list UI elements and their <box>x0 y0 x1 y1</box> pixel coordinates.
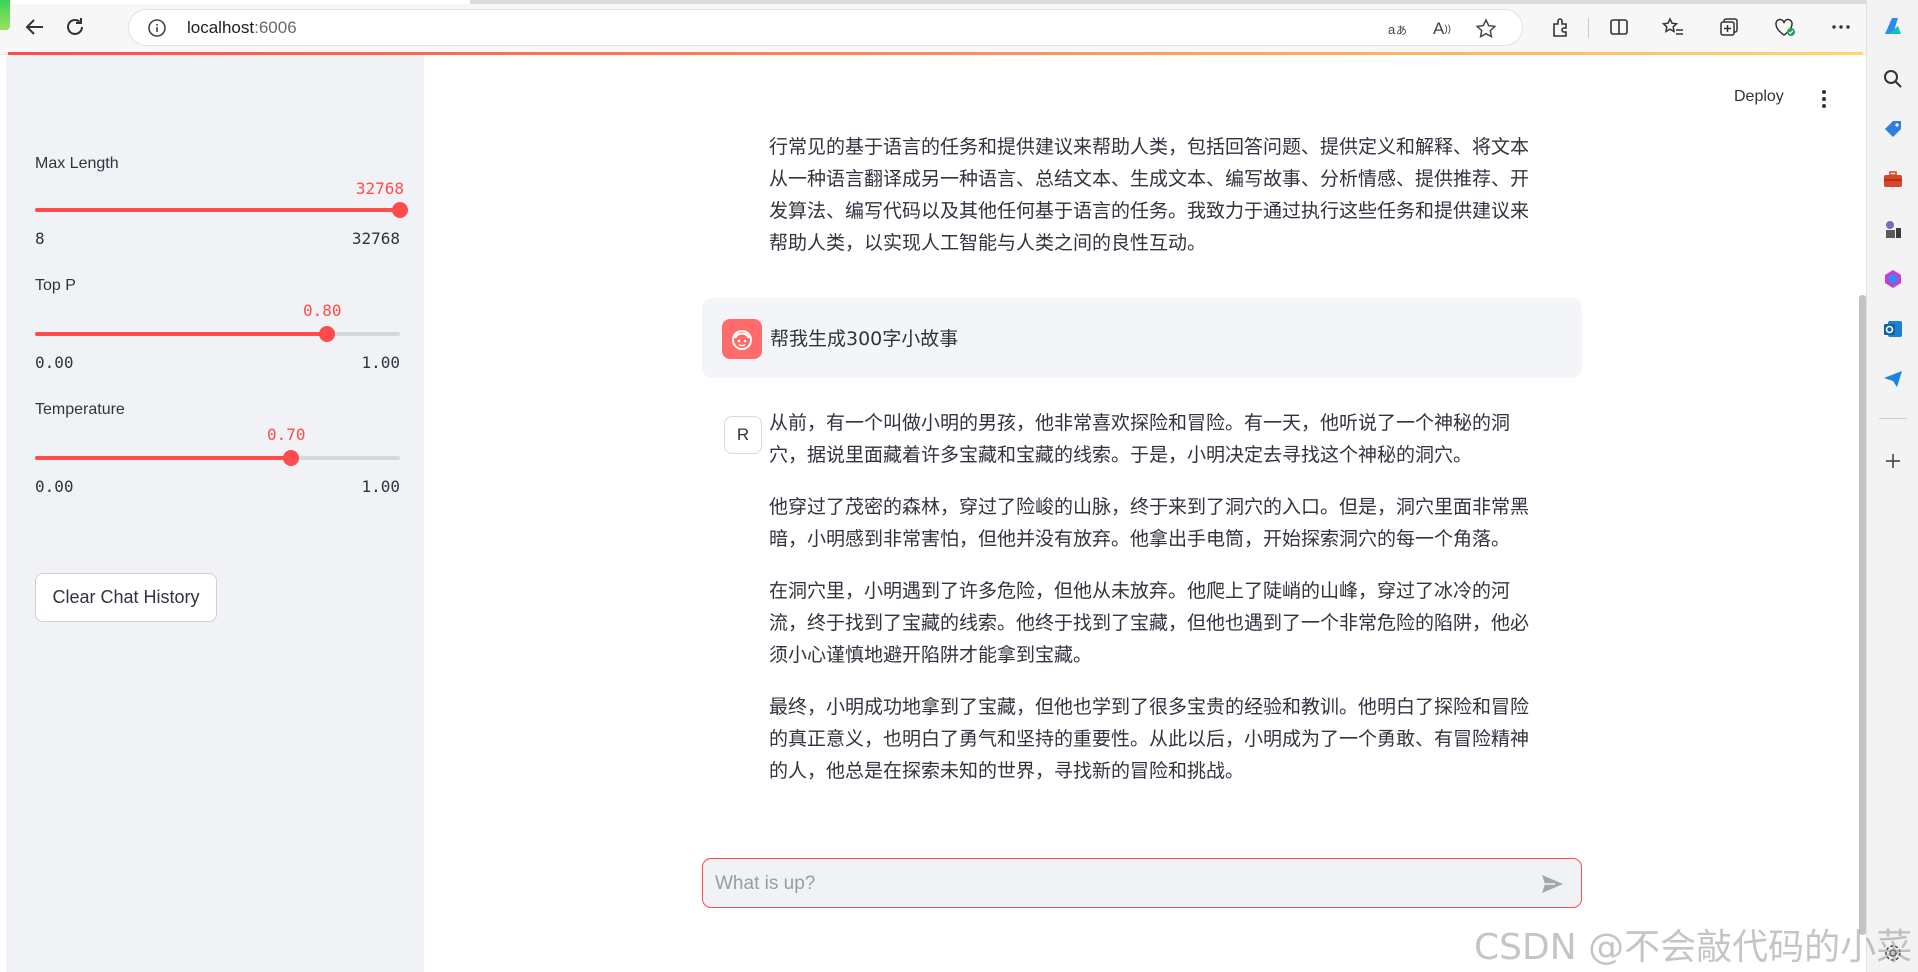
user-message: 帮我生成300字小故事 <box>702 298 1582 378</box>
intro-line: 帮助人类，以实现人工智能与人类之间的良性互动。 <box>769 232 1207 254</box>
max-length-max: 32768 <box>351 229 400 248</box>
site-info-icon[interactable] <box>147 18 167 38</box>
workspace-indicator <box>0 0 10 30</box>
favorites-icon[interactable] <box>1660 14 1686 40</box>
chat-input-box[interactable] <box>702 858 1582 908</box>
svg-text:あ: あ <box>1396 24 1407 37</box>
watermark-text: CSDN @不会敲代码的小菜 <box>1474 927 1913 968</box>
max-length-slider[interactable] <box>35 202 408 218</box>
story-line: 他穿过了茂密的森林，穿过了险峻的山脉，终于来到了洞穴的入口。但是，洞穴里面非常黑 <box>769 496 1530 518</box>
story-line: 穴，据说里面藏着许多宝藏和宝藏的线索。于是，小明决定去寻找这个神秘的洞穴。 <box>769 444 1473 466</box>
deploy-button[interactable]: Deploy <box>1734 88 1784 106</box>
favorite-star-icon[interactable] <box>1475 18 1497 40</box>
split-screen-icon[interactable] <box>1606 14 1632 40</box>
chat-input[interactable] <box>713 867 1517 901</box>
read-aloud-icon[interactable]: A)) <box>1431 18 1453 40</box>
url-port: :6006 <box>254 18 297 37</box>
translate-icon[interactable]: aあ <box>1386 18 1408 40</box>
microsoft365-icon[interactable] <box>1880 266 1906 292</box>
intro-line: 发算法、编写代码以及其他任何基于语言的任务。我致力于通过执行这些任务和提供建议来 <box>769 200 1530 222</box>
shopping-tag-icon[interactable] <box>1880 116 1906 142</box>
add-icon[interactable] <box>1880 448 1906 474</box>
top-p-label: Top P <box>35 277 76 294</box>
read-aloud-letter: A <box>1432 19 1445 38</box>
max-length-min: 8 <box>35 229 45 248</box>
temperature-max: 1.00 <box>361 477 400 496</box>
extensions-icon[interactable] <box>1548 14 1574 40</box>
max-length-value: 32768 <box>355 179 404 198</box>
top-p-slider[interactable] <box>35 326 400 342</box>
assistant-avatar: R <box>724 416 762 454</box>
max-length-fill <box>35 208 400 212</box>
user-avatar-icon <box>722 319 762 359</box>
intro-line: 行常见的基于语言的任务和提供建议来帮助人类，包括回答问题、提供定义和解释、将文本 <box>769 136 1530 158</box>
top-p-fill <box>35 332 327 336</box>
chat-main: Deploy 行常见的基于语言的任务和提供建议来帮助人类，包括回答问题、提供定义… <box>424 55 1866 972</box>
more-options-icon[interactable] <box>1828 14 1854 40</box>
story-line: 流，终于找到了宝藏的线索。他终于找到了宝藏，但他也遇到了一个非常危险的陷阱，他必 <box>769 612 1530 634</box>
temperature-fill <box>35 456 291 460</box>
address-bar[interactable]: localhost:6006 aあ A)) <box>128 9 1523 46</box>
temperature-value: 0.70 <box>267 425 306 444</box>
max-length-label: Max Length <box>35 155 119 172</box>
temperature-min: 0.00 <box>35 477 74 496</box>
send-drop-icon[interactable] <box>1880 366 1906 392</box>
temperature-slider[interactable] <box>35 450 400 466</box>
edge-sidebar <box>1866 0 1918 972</box>
settings-sidebar: Max Length 32768 8 32768 Top P 0.80 0.00… <box>6 55 424 972</box>
browser-toolbar: localhost:6006 aあ A)) <box>0 0 1918 55</box>
intro-line: 从一种语言翻译成另一种语言、总结文本、生成文本、编写故事、分析情感、提供推荐、开 <box>769 168 1530 190</box>
collections-icon[interactable] <box>1716 14 1742 40</box>
story-line: 从前，有一个叫做小明的男孩，他非常喜欢探险和冒险。有一天，他听说了一个神秘的洞 <box>769 412 1511 434</box>
story-line: 的真正意义，也明白了勇气和坚持的重要性。从此以后，小明成为了一个勇敢、有冒险精神 <box>769 728 1530 750</box>
games-icon[interactable] <box>1880 216 1906 242</box>
story-line: 须小心谨慎地避开陷阱才能拿到宝藏。 <box>769 644 1093 666</box>
svg-text:a: a <box>1388 22 1396 37</box>
copilot-icon[interactable] <box>1880 14 1906 40</box>
top-p-thumb[interactable] <box>319 326 335 342</box>
chat-scrollbar[interactable] <box>1859 295 1866 935</box>
toolbar-divider <box>1588 18 1589 38</box>
browser-essentials-icon[interactable] <box>1772 14 1798 40</box>
story-line: 的人，他总是在探索未知的世界，寻找新的冒险和挑战。 <box>769 760 1245 782</box>
url-text[interactable]: localhost:6006 <box>187 18 297 38</box>
top-p-max: 1.00 <box>361 353 400 372</box>
story-line: 在洞穴里，小明遇到了许多危险，但他从未放弃。他爬上了陡峭的山峰，穿过了冰冷的河 <box>769 580 1511 602</box>
temperature-label: Temperature <box>35 401 125 418</box>
url-host: localhost <box>187 18 255 37</box>
max-length-thumb[interactable] <box>392 202 408 218</box>
top-p-min: 0.00 <box>35 353 74 372</box>
sidebar-divider <box>1879 418 1907 419</box>
back-icon[interactable] <box>20 12 50 42</box>
clear-chat-history-button[interactable]: Clear Chat History <box>35 573 217 622</box>
tools-briefcase-icon[interactable] <box>1880 166 1906 192</box>
search-icon[interactable] <box>1880 66 1906 92</box>
active-tab[interactable] <box>0 0 470 4</box>
user-message-text: 帮我生成300字小故事 <box>770 328 959 350</box>
story-line: 暗，小明感到非常害怕，但他并没有放弃。他拿出手电筒，开始探索洞穴的每一个角落。 <box>769 528 1511 550</box>
send-icon[interactable] <box>1539 871 1565 897</box>
story-line: 最终，小明成功地拿到了宝藏，但他也学到了很多宝贵的经验和教训。他明白了探险和冒险 <box>769 696 1530 718</box>
main-menu-icon[interactable] <box>1814 87 1834 111</box>
refresh-icon[interactable] <box>60 12 90 42</box>
top-p-value: 0.80 <box>303 301 342 320</box>
outlook-icon[interactable] <box>1880 316 1906 342</box>
temperature-thumb[interactable] <box>282 450 299 466</box>
